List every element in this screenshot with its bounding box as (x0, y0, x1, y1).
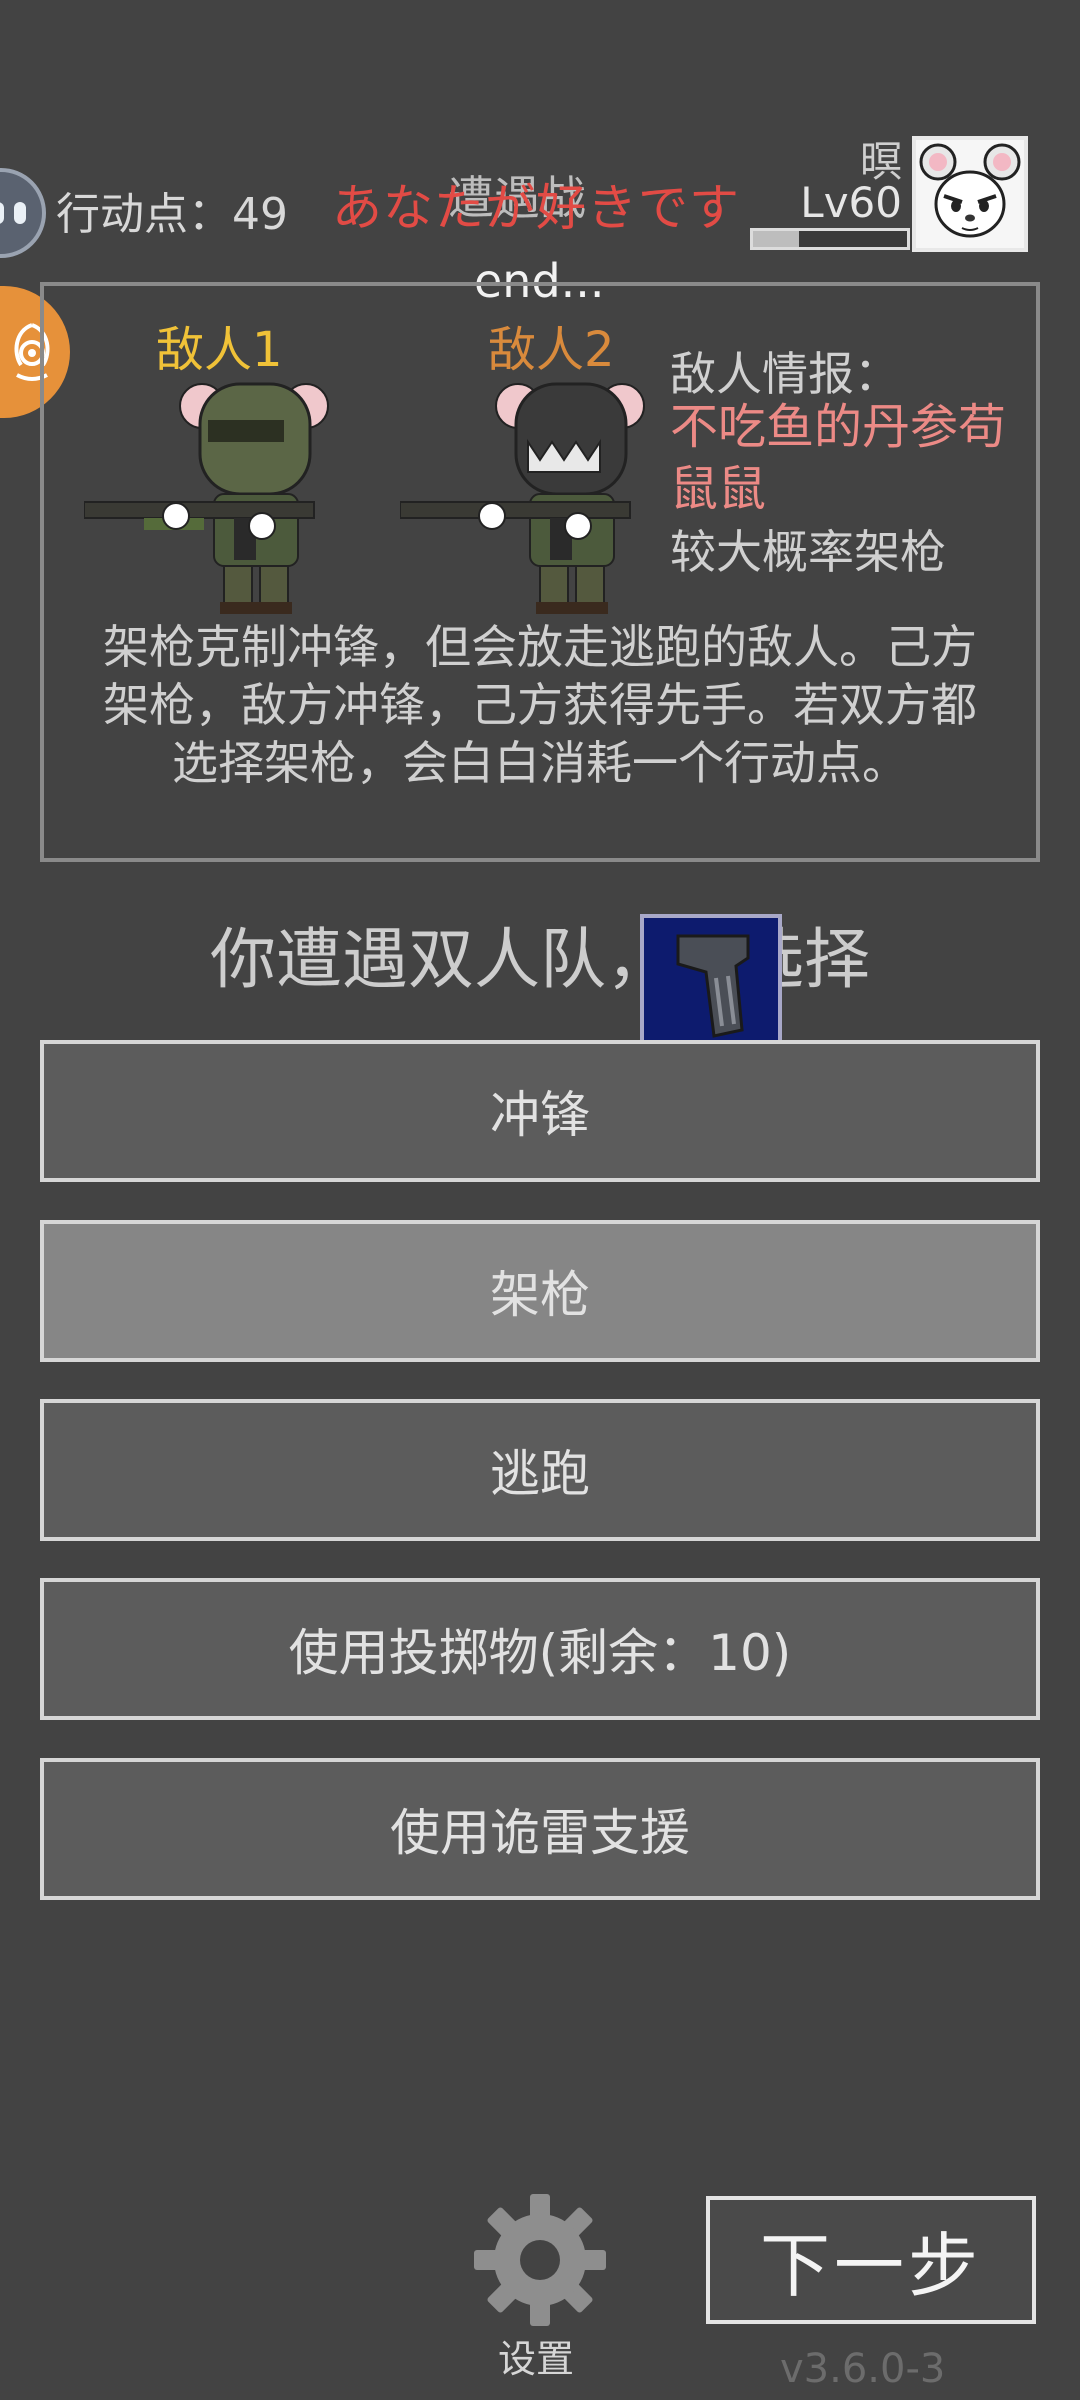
settings-label: 设置 (498, 2337, 575, 2381)
side-avatar-icon[interactable] (0, 168, 46, 258)
intel-enemy-name: 不吃鱼的丹参苟鼠鼠 (670, 399, 1007, 517)
grip-icon[interactable] (640, 914, 782, 1056)
enemy-2-label: 敌人2 (488, 322, 615, 378)
enemy-1-label: 敌人1 (156, 322, 283, 378)
enemy-2-sprite (399, 376, 660, 620)
player-avatar[interactable] (912, 136, 1028, 252)
charge-button[interactable]: 冲锋 (40, 1040, 1040, 1182)
player-level: Lv60 (800, 178, 902, 227)
enemy-1-sprite (83, 376, 344, 620)
xp-bar-fill (753, 231, 800, 247)
encounter-prompt: 你遭遇双人队，请选择 (210, 921, 870, 998)
gear-icon (474, 2194, 606, 2326)
version-label: v3.6.0-3 (780, 2346, 946, 2392)
rule-description: 架枪克制冲锋，但会放走逃跑的敌人。己方架枪，敌方冲锋，己方获得先手。若双方都选择… (103, 620, 977, 790)
action-points: 行动点：49 (56, 189, 288, 240)
intel-title: 敌人情报： (670, 347, 900, 401)
flee-button[interactable]: 逃跑 (40, 1399, 1040, 1541)
hold-position-button[interactable]: 架枪 (40, 1220, 1040, 1362)
next-step-button[interactable]: 下一步 (706, 2196, 1036, 2324)
use-throwable-button[interactable]: 使用投掷物(剩余：10) (40, 1578, 1040, 1720)
xp-bar (750, 228, 910, 250)
intel-tendency: 较大概率架枪 (670, 525, 946, 579)
use-trap-support-button[interactable]: 使用诡雷支援 (40, 1758, 1040, 1900)
overlay-love-text: あなたが好きです (332, 179, 740, 237)
